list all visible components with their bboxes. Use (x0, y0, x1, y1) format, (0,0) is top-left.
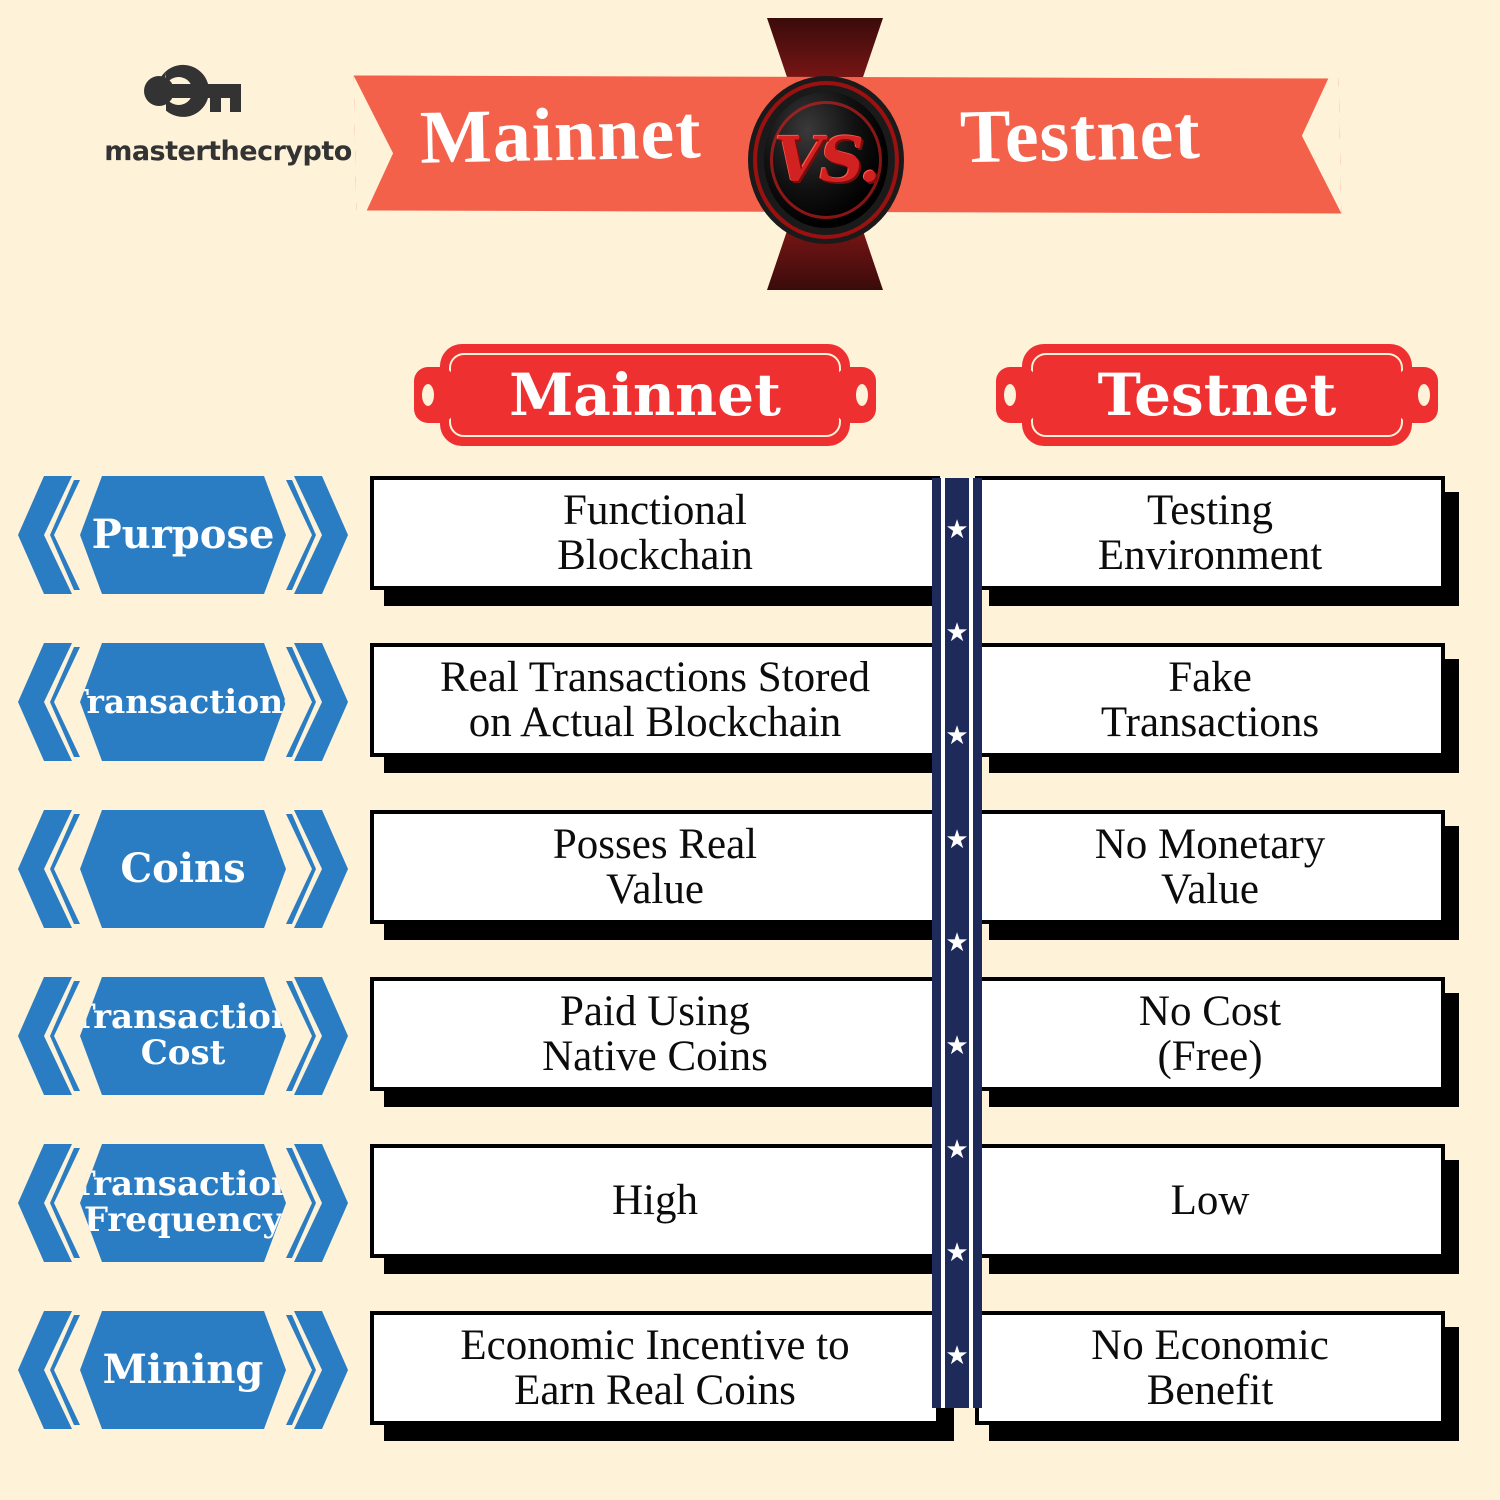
chevron-right-icon (286, 810, 348, 928)
divider-star-icon: ★ (945, 1237, 969, 1267)
plaque-tab-left (996, 367, 1036, 423)
table-row: Transaction Cost Paid Using Native Coins No … (0, 971, 1500, 1138)
row-label-mining: Mining (18, 1311, 348, 1429)
cell-testnet-text: Low (1170, 1177, 1250, 1225)
chevron-left-icon (18, 1144, 80, 1262)
row-label-text: Coins (120, 845, 246, 892)
infographic-page: masterthecrypto Mainnet Testnet VS. Main… (0, 0, 1500, 1500)
cell-testnet: Fake Transactions (975, 643, 1445, 757)
row-label-badge: Transaction Frequency (80, 1144, 286, 1262)
row-label-text: Purpose (91, 511, 275, 558)
cell-testnet-text: Testing Environment (1097, 486, 1323, 579)
plaque-tab-right (836, 367, 876, 423)
row-label-badge: Coins (80, 810, 286, 928)
cell-testnet-text: No Cost (Free) (1138, 987, 1282, 1080)
plaque-tab-right (1398, 367, 1438, 423)
divider-star-icon: ★ (945, 617, 969, 647)
cell-testnet: No Economic Benefit (975, 1311, 1445, 1425)
column-header-mainnet-label: Mainnet (509, 361, 781, 429)
plaque-tab-hole (422, 384, 434, 406)
plaque-tab-hole (1004, 384, 1016, 406)
table-row: Transactions Real Transactions Stored on A… (0, 637, 1500, 804)
chevron-right-icon (286, 643, 348, 761)
column-header-testnet: Testnet (996, 344, 1438, 446)
row-label-text: Transaction Cost (70, 997, 296, 1073)
divider-star-icon: ★ (945, 1341, 969, 1371)
cell-mainnet: Functional Blockchain (370, 476, 940, 590)
chevron-left-icon (18, 1311, 80, 1429)
chevron-left-icon (18, 810, 80, 928)
row-label-badge: Transactions (80, 643, 286, 761)
cell-mainnet-text: Economic Incentive to Earn Real Coins (460, 1321, 850, 1414)
cell-testnet-text: No Monetary Value (1094, 820, 1326, 913)
ribbon-notch-right (1300, 57, 1341, 215)
cell-mainnet-text: High (612, 1177, 698, 1225)
comparison-table: Purpose Functional Blockchain Testing Enviro… (0, 470, 1500, 1472)
cell-mainnet-text: Functional Blockchain (557, 486, 753, 579)
cell-mainnet-text: Real Transactions Stored on Actual Blockc… (440, 653, 870, 746)
cell-testnet: No Monetary Value (975, 810, 1445, 924)
table-row: Transaction Frequency High Low (0, 1138, 1500, 1305)
chevron-right-icon (286, 1311, 348, 1429)
row-label-purpose: Purpose (18, 476, 348, 594)
divider-star-icon: ★ (945, 514, 969, 544)
cell-mainnet: High (370, 1144, 940, 1258)
divider-star-icon: ★ (945, 721, 969, 751)
center-divider: ★ ★ ★ ★ ★ ★ ★ ★ ★ (932, 478, 982, 1408)
cell-mainnet-text: Paid Using Native Coins (542, 987, 768, 1080)
plaque-tab-left (414, 367, 454, 423)
chevron-right-icon (286, 977, 348, 1095)
row-label-transactions: Transactions (18, 643, 348, 761)
vs-badge-icon: VS. (757, 85, 895, 235)
row-label-badge: Purpose (80, 476, 286, 594)
chevron-right-icon (286, 476, 348, 594)
row-label-text: Transaction Frequency (70, 1164, 296, 1240)
chevron-left-icon (18, 977, 80, 1095)
chevron-right-icon (286, 1144, 348, 1262)
row-label-text: Mining (102, 1346, 264, 1393)
divider-star-strip: ★ ★ ★ ★ ★ ★ ★ ★ ★ (932, 478, 982, 1408)
banner-right-word: Testnet (959, 90, 1202, 180)
divider-star-icon: ★ (945, 824, 969, 854)
chevron-left-icon (18, 643, 80, 761)
cell-mainnet: Posses Real Value (370, 810, 940, 924)
divider-star-icon: ★ (945, 927, 969, 957)
plaque-tab-hole (1418, 384, 1430, 406)
cell-mainnet: Economic Incentive to Earn Real Coins (370, 1311, 940, 1425)
row-label-transaction-frequency: Transaction Frequency (18, 1144, 348, 1262)
table-row: Coins Posses Real Value No Monetary Value (0, 804, 1500, 971)
row-label-badge: Mining (80, 1311, 286, 1429)
divider-star-icon: ★ (945, 1031, 969, 1061)
ribbon-notch-left (354, 75, 395, 233)
table-row: Purpose Functional Blockchain Testing Enviro… (0, 470, 1500, 637)
cell-mainnet: Paid Using Native Coins (370, 977, 940, 1091)
cell-testnet: No Cost (Free) (975, 977, 1445, 1091)
title-banner: Mainnet Testnet VS. (0, 0, 1500, 310)
cell-testnet-text: No Economic Benefit (1091, 1321, 1329, 1414)
column-header-testnet-label: Testnet (1097, 361, 1337, 429)
plaque-tab-hole (856, 384, 868, 406)
column-header-mainnet: Mainnet (414, 344, 876, 446)
vs-label: VS. (774, 123, 880, 196)
cell-testnet-text: Fake Transactions (1100, 653, 1320, 746)
cell-testnet: Low (975, 1144, 1445, 1258)
banner-left-word: Mainnet (419, 90, 703, 180)
cell-testnet: Testing Environment (975, 476, 1445, 590)
row-label-badge: Transaction Cost (80, 977, 286, 1095)
cell-mainnet-text: Posses Real Value (552, 820, 758, 913)
divider-star-icon: ★ (945, 1134, 969, 1164)
row-label-coins: Coins (18, 810, 348, 928)
row-label-transaction-cost: Transaction Cost (18, 977, 348, 1095)
row-label-text: Transactions (64, 681, 302, 721)
cell-mainnet: Real Transactions Stored on Actual Blockc… (370, 643, 940, 757)
table-row: Mining Economic Incentive to Earn Real Coi… (0, 1305, 1500, 1472)
chevron-left-icon (18, 476, 80, 594)
